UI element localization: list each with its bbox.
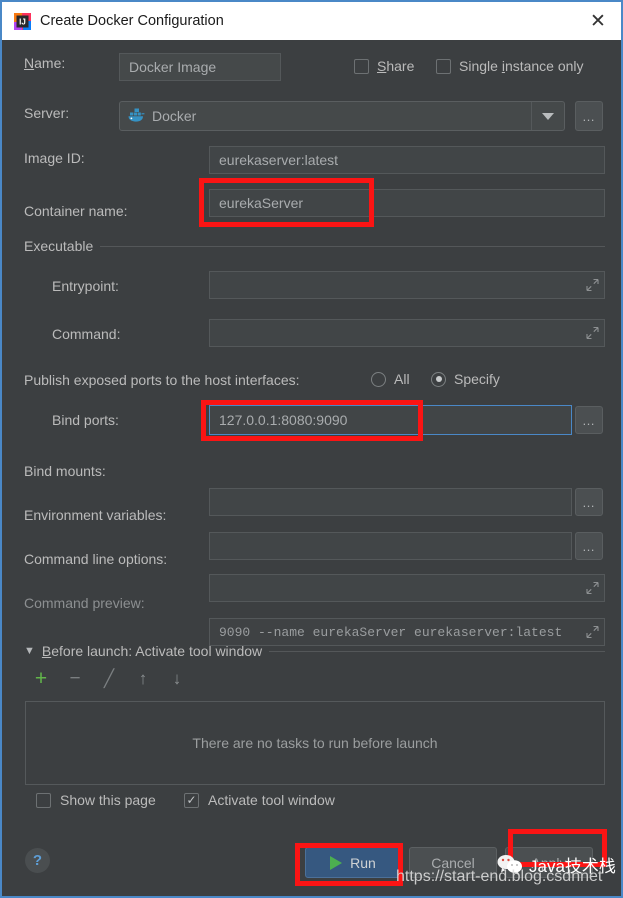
entrypoint-field-wrap (209, 271, 605, 299)
command-field-wrap (209, 319, 605, 347)
entrypoint-row: Entrypoint: (52, 278, 119, 294)
move-down-button[interactable]: ↓ (166, 668, 188, 690)
apply-button[interactable]: Apply (505, 847, 593, 878)
activate-tool-window-label: Activate tool window (208, 792, 335, 808)
radio-specify-label: Specify (454, 371, 500, 387)
entrypoint-label: Entrypoint: (52, 278, 119, 294)
single-instance-checkbox-row[interactable]: Single instance only (436, 58, 584, 74)
bind-ports-label: Bind ports: (52, 412, 119, 428)
entrypoint-input[interactable] (209, 271, 605, 299)
run-button[interactable]: Run (305, 847, 401, 878)
show-this-page-checkbox[interactable] (36, 792, 51, 808)
server-combobox-value: Docker (152, 108, 197, 124)
command-line-options-input[interactable] (209, 574, 605, 602)
share-checkbox[interactable] (354, 58, 369, 74)
bind-ports-browse-button[interactable]: … (575, 406, 603, 434)
move-up-button[interactable]: ↑ (132, 668, 154, 690)
command-row: Command: (52, 326, 120, 342)
help-button[interactable]: ? (25, 848, 50, 873)
single-instance-checkbox[interactable] (436, 58, 451, 74)
container-name-input[interactable]: eurekaServer (209, 189, 605, 217)
radio-all[interactable] (371, 371, 386, 387)
chevron-down-icon[interactable] (531, 102, 564, 130)
radio-specify-row[interactable]: Specify (431, 371, 500, 387)
docker-whale-icon (128, 108, 145, 125)
executable-group-label: Executable (24, 238, 94, 254)
bind-ports-row: Bind ports: (52, 412, 119, 428)
expand-icon[interactable] (586, 581, 599, 595)
run-button-label: Run (350, 854, 376, 871)
no-tasks-message: There are no tasks to run before launch (192, 735, 438, 751)
container-name-row: Container name: (24, 203, 128, 219)
play-icon (330, 855, 343, 870)
close-icon[interactable]: ✕ (583, 6, 613, 36)
expand-icon[interactable] (586, 278, 599, 292)
share-checkbox-row[interactable]: Share (354, 58, 414, 74)
radio-specify[interactable] (431, 371, 446, 387)
title-bar: IJ Create Docker Configuration ✕ (2, 2, 621, 40)
environment-variables-label: Environment variables: (24, 507, 167, 523)
executable-group-separator: Executable (24, 238, 605, 254)
add-task-button[interactable]: + (30, 667, 52, 690)
server-combobox-value-wrap: Docker (120, 108, 531, 125)
command-input[interactable] (209, 319, 605, 347)
publish-ports-label-row: Publish exposed ports to the host interf… (24, 372, 300, 388)
show-this-page-row[interactable]: Show this page (36, 792, 156, 808)
command-line-options-label: Command line options: (24, 551, 168, 567)
edit-task-button[interactable]: ╱ (98, 668, 120, 690)
command-preview-input[interactable]: 9090 --name eurekaServer eurekaserver:la… (209, 618, 605, 646)
dialog-body: Name: Docker Image Share Single instance… (2, 40, 621, 896)
cancel-button[interactable]: Cancel (409, 847, 497, 878)
command-preview-wrap: 9090 --name eurekaServer eurekaserver:la… (209, 618, 605, 646)
show-this-page-label: Show this page (60, 792, 156, 808)
bind-mounts-input[interactable] (209, 488, 572, 516)
environment-variables-input[interactable] (209, 532, 572, 560)
bind-mounts-row: Bind mounts: (24, 463, 106, 479)
command-preview-row: Command preview: (24, 595, 145, 611)
publish-ports-label: Publish exposed ports to the host interf… (24, 372, 300, 388)
svg-text:IJ: IJ (19, 17, 26, 26)
before-launch-toolbar: + − ╱ ↑ ↓ (30, 667, 188, 690)
environment-variables-row: Environment variables: (24, 507, 166, 523)
server-browse-button[interactable]: … (575, 101, 603, 131)
environment-variables-browse-button[interactable]: … (575, 532, 603, 560)
command-label: Command: (52, 326, 121, 342)
before-launch-title: Before launch: Activate tool window (41, 643, 263, 659)
remove-task-button[interactable]: − (64, 668, 86, 690)
server-combobox[interactable]: Docker (119, 101, 565, 131)
expand-icon[interactable] (586, 326, 599, 340)
activate-tool-window-checkbox[interactable]: ✓ (184, 792, 199, 808)
image-id-row: Image ID: (24, 150, 85, 166)
command-line-options-row: Command line options: (24, 551, 167, 567)
chevron-down-icon[interactable]: ▼ (24, 645, 35, 657)
image-id-label: Image ID: (24, 150, 85, 166)
command-preview-label: Command preview: (24, 595, 145, 611)
single-instance-label: Single instance only (459, 58, 584, 74)
window-title: Create Docker Configuration (40, 13, 224, 29)
bind-ports-input[interactable]: 127.0.0.1:8080:9090 (209, 405, 572, 435)
radio-all-row[interactable]: All (371, 371, 410, 387)
name-row: Name: (24, 55, 65, 71)
activate-tool-window-row[interactable]: ✓ Activate tool window (184, 792, 335, 808)
expand-icon[interactable] (586, 625, 599, 639)
image-id-input[interactable]: eurekaserver:latest (209, 146, 605, 174)
share-label: Share (377, 58, 415, 74)
before-launch-tasks-list[interactable]: There are no tasks to run before launch (25, 701, 605, 785)
name-input[interactable]: Docker Image (119, 53, 281, 81)
before-launch-header[interactable]: ▼ Before launch: Activate tool window (24, 643, 605, 659)
create-docker-configuration-dialog: IJ Create Docker Configuration ✕ Name: D… (0, 0, 623, 898)
server-label: Server: (24, 105, 70, 121)
radio-all-label: All (394, 371, 410, 387)
intellij-idea-icon: IJ (14, 12, 31, 30)
name-label: Name: (24, 55, 66, 71)
container-name-label: Container name: (24, 203, 128, 219)
command-line-options-wrap (209, 574, 605, 602)
bind-mounts-browse-button[interactable]: … (575, 488, 603, 516)
bind-mounts-label: Bind mounts: (24, 463, 106, 479)
server-row-label: Server: (24, 105, 69, 121)
